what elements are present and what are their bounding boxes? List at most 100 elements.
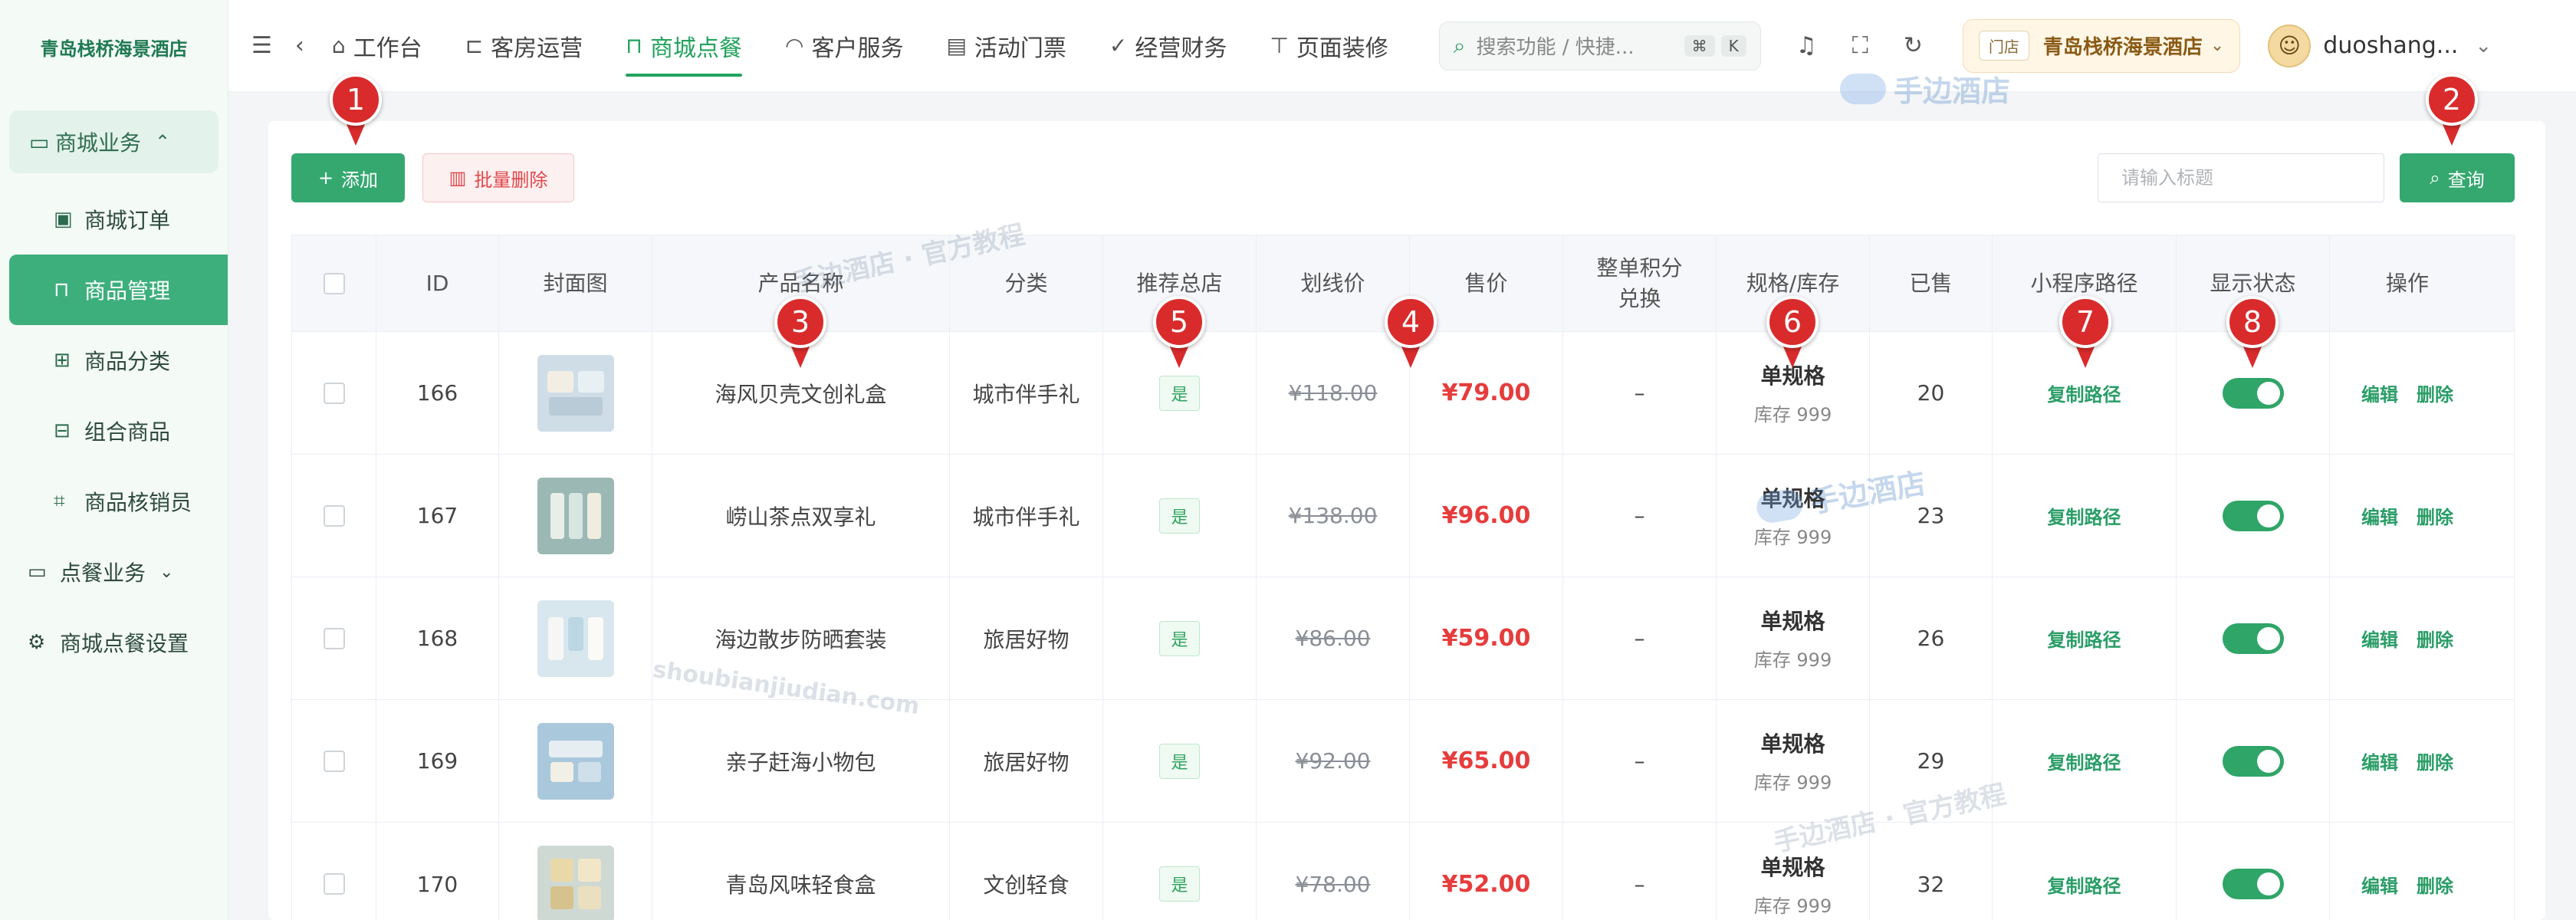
title-search-input[interactable] (2098, 153, 2384, 202)
row-select[interactable] (292, 455, 376, 577)
cell-points: – (1563, 823, 1717, 920)
edit-link[interactable]: 编辑 (2361, 625, 2398, 652)
display-toggle[interactable] (2222, 623, 2284, 654)
batch-delete-button[interactable]: ▥ 批量删除 (422, 153, 574, 202)
sale-price: ¥79.00 (1441, 380, 1531, 406)
edit-link[interactable]: 编辑 (2361, 380, 2398, 406)
marker-number: 3 (774, 296, 826, 348)
select-all-checkbox[interactable] (323, 272, 345, 294)
row-checkbox[interactable] (323, 504, 345, 527)
marker-8: 8 (2226, 296, 2279, 370)
row-checkbox[interactable] (323, 627, 345, 649)
sidebar-item-settings[interactable]: ⚙ 商城点餐设置 (0, 607, 228, 678)
sale-price: ¥65.00 (1441, 748, 1531, 774)
sidebar-item-combo-products[interactable]: ⊟ 组合商品 (0, 396, 228, 466)
edit-link[interactable]: 编辑 (2361, 871, 2398, 898)
header-select-all[interactable] (292, 235, 376, 331)
copy-path-link[interactable]: 复制路径 (2048, 502, 2121, 529)
user-menu[interactable]: ☺ duoshang... ⌄ (2268, 24, 2492, 67)
tab-page-decoration[interactable]: ⊤ 页面装修 (1270, 0, 1388, 92)
original-price: ¥118.00 (1288, 380, 1378, 406)
display-toggle[interactable] (2222, 869, 2284, 899)
chevron-up-icon: ⌃ (155, 131, 171, 153)
delete-link[interactable]: 删除 (2417, 380, 2453, 406)
content-card: + 添加 ▥ 批量删除 ⌕ 查询 ID 封面图 产品名称 分类 推荐总店 划线价… (268, 121, 2545, 920)
display-toggle[interactable] (2222, 377, 2284, 409)
sidebar-item-product-management[interactable]: ⊓ 商品管理 (9, 255, 228, 325)
query-button-label: 查询 (2447, 169, 2485, 191)
marker-1: 1 (330, 74, 382, 147)
display-toggle[interactable] (2222, 745, 2284, 777)
cell-spec: 单规格 库存 999 (1717, 577, 1870, 699)
global-search[interactable]: ⌕ 搜索功能 / 快捷... ⌘ K (1438, 21, 1761, 71)
copy-path-link[interactable]: 复制路径 (2048, 871, 2121, 898)
row-checkbox[interactable] (323, 750, 345, 772)
copy-path-link[interactable]: 复制路径 (2048, 625, 2121, 652)
sidebar-item-product-category[interactable]: ⊞ 商品分类 (0, 325, 228, 396)
topbar: ☰ ‹ ⌂ 工作台 ⊏ 客房运营 ⊓ 商城点餐 ◠ 客户服务 ▤ 活动门票 ✓ … (228, 0, 2576, 92)
sidebar-item-verifiers[interactable]: ⌗ 商品核销员 (0, 466, 228, 537)
marker-2: 2 (2426, 74, 2478, 147)
brush-icon: ⊤ (1270, 33, 1289, 58)
copy-path-link[interactable]: 复制路径 (2048, 380, 2121, 406)
cell-status (2177, 577, 2330, 699)
original-price: ¥138.00 (1288, 503, 1378, 528)
cell-price: ¥65.00 (1410, 700, 1563, 822)
avatar: ☺ (2268, 24, 2312, 67)
original-price: ¥86.00 (1295, 626, 1371, 651)
cell-original-price: ¥86.00 (1257, 577, 1410, 699)
tab-event-tickets[interactable]: ▤ 活动门票 (946, 0, 1066, 92)
cell-points: – (1563, 332, 1717, 454)
sidebar-item-label: 商品分类 (84, 349, 171, 374)
display-toggle[interactable] (2222, 500, 2284, 531)
bag-icon: ▣ (54, 208, 73, 231)
menu-group-mall[interactable]: ▭ 商城业务 ⌃ (9, 110, 219, 173)
tab-finance[interactable]: ✓ 经营财务 (1109, 0, 1227, 92)
username: duoshang... (2323, 32, 2459, 59)
header-id: ID (376, 235, 499, 331)
menu-group-order[interactable]: ▭ 点餐业务 ⌄ (0, 537, 228, 607)
cell-cover (499, 455, 652, 577)
store-selector[interactable]: 门店 青岛栈桥海景酒店 ⌄ (1962, 18, 2241, 73)
collapse-menu-icon[interactable]: ☰ (251, 32, 272, 59)
back-icon[interactable]: ‹ (295, 32, 304, 59)
query-button[interactable]: ⌕ 查询 (2400, 153, 2515, 202)
row-select[interactable] (292, 823, 376, 920)
table-row: 168 海边散步防晒套装 旅居好物 是 ¥86.00 ¥59.00 – 单规格 … (292, 577, 2514, 700)
cell-ops: 编辑 删除 (2330, 823, 2485, 920)
row-select[interactable] (292, 332, 376, 454)
delete-link[interactable]: 删除 (2417, 502, 2453, 529)
row-select[interactable] (292, 700, 376, 822)
folder-icon: ▭ (28, 560, 47, 583)
table-row: 167 崂山茶点双享礼 城市伴手礼 是 ¥138.00 ¥96.00 – 单规格… (292, 455, 2514, 577)
delete-link[interactable]: 删除 (2417, 748, 2453, 774)
delete-link[interactable]: 删除 (2417, 625, 2453, 652)
cloud-icon (1840, 73, 1886, 104)
tab-mall-dining[interactable]: ⊓ 商城点餐 (626, 0, 742, 92)
marker-number: 5 (1153, 296, 1205, 348)
cell-points: – (1563, 700, 1717, 822)
sidebar-item-label: 组合商品 (84, 419, 171, 445)
trash-icon: ▥ (449, 167, 467, 189)
tab-customer-service[interactable]: ◠ 客户服务 (785, 0, 903, 92)
add-button[interactable]: + 添加 (291, 153, 405, 202)
row-checkbox[interactable] (323, 873, 345, 895)
edit-link[interactable]: 编辑 (2361, 748, 2398, 774)
product-thumbnail (537, 722, 614, 800)
basket-icon: ⊟ (54, 419, 71, 442)
row-checkbox[interactable] (323, 382, 345, 404)
tab-room-ops[interactable]: ⊏ 客房运营 (465, 0, 583, 92)
sidebar-item-label: 商品管理 (84, 278, 171, 304)
delete-link[interactable]: 删除 (2417, 871, 2453, 898)
tab-label: 页面装修 (1296, 34, 1388, 62)
bell-icon[interactable]: ♫ (1796, 32, 1817, 59)
marker-3: 3 (774, 296, 826, 370)
copy-path-link[interactable]: 复制路径 (2048, 748, 2121, 774)
edit-link[interactable]: 编辑 (2361, 502, 2398, 529)
fullscreen-icon[interactable]: ⛶ (1852, 32, 1868, 59)
row-select[interactable] (292, 577, 376, 699)
sidebar-item-mall-orders[interactable]: ▣ 商城订单 (0, 184, 228, 255)
refresh-icon[interactable]: ↻ (1904, 32, 1923, 59)
gear-icon: ⚙ (28, 631, 46, 654)
menu-group-order-label: 点餐业务 (60, 560, 146, 586)
